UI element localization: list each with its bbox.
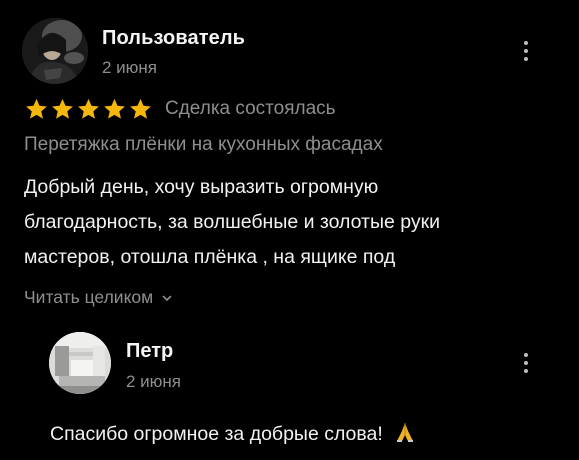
- reply-text: Спасибо огромное за добрые слова!: [50, 421, 416, 446]
- star-icon: [78, 98, 99, 119]
- review-date: 2 июня: [102, 58, 158, 77]
- review-text: Добрый день, хочу выразить огромную благ…: [24, 170, 564, 275]
- review-card: Пользователь 2 июня Сделка состоялась Пе…: [0, 0, 579, 460]
- reply-text-body: Спасибо огромное за добрые слова!: [50, 423, 383, 445]
- review-more-button[interactable]: [516, 36, 536, 66]
- more-vertical-icon: [524, 353, 528, 357]
- review-text-line: Добрый день, хочу выразить огромную: [24, 176, 379, 198]
- review-text-line: мастеров, отошла плёнка , на ящике под: [24, 246, 396, 268]
- reply-avatar-photo: [49, 332, 111, 394]
- star-icon: [104, 98, 125, 119]
- read-more-label: Читать целиком: [24, 287, 154, 307]
- star-icon: [26, 98, 47, 119]
- rating-stars: [24, 97, 153, 122]
- reply-author-name[interactable]: Петр: [126, 340, 173, 363]
- reply-date: 2 июня: [126, 372, 182, 391]
- review-text-line: благодарность, за волшебные и золотые ру…: [24, 211, 441, 233]
- star-icon: [130, 98, 151, 119]
- folded-hands-icon: [397, 423, 414, 442]
- user-avatar[interactable]: [22, 18, 88, 84]
- chevron-down-icon: [162, 295, 172, 301]
- reply-avatar[interactable]: [49, 332, 111, 394]
- deal-status: Сделка состоялась: [165, 98, 336, 119]
- reply-more-button[interactable]: [516, 348, 536, 378]
- user-avatar-photo: [22, 18, 88, 84]
- rating-row: Сделка состоялась: [24, 96, 336, 122]
- author-name[interactable]: Пользователь: [102, 27, 245, 50]
- star-icon: [52, 98, 73, 119]
- read-more-link[interactable]: Читать целиком: [24, 287, 173, 308]
- more-vertical-icon: [524, 41, 528, 45]
- service-name: Перетяжка плёнки на кухонных фасадах: [24, 134, 383, 155]
